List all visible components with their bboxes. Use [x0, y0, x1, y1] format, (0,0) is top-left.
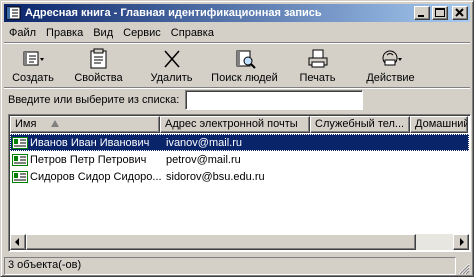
menu-separator	[4, 42, 470, 44]
print-button-label: Печать	[299, 72, 336, 84]
close-button[interactable]	[452, 6, 468, 20]
search-input[interactable]	[185, 90, 364, 110]
scroll-thumb[interactable]	[26, 234, 416, 250]
table-row[interactable]: Иванов Иван Иванович ivanov@mail.ru	[10, 134, 469, 151]
find-people-button-label: Поиск людей	[211, 72, 278, 84]
column-header-work-phone[interactable]: Служебный тел...	[310, 116, 410, 133]
resize-grip-icon[interactable]	[458, 263, 470, 275]
contact-name: Сидоров Сидор Сидоро...	[30, 170, 162, 183]
menu-tools[interactable]: Сервис	[118, 27, 166, 39]
window-title: Адресная книга - Главная идентификационн…	[25, 7, 322, 19]
properties-button-label: Свойства	[74, 72, 123, 84]
delete-icon	[160, 48, 184, 70]
horizontal-scrollbar[interactable]	[10, 234, 469, 250]
arrow-left-icon	[15, 238, 19, 246]
scroll-left-button[interactable]	[10, 234, 26, 250]
new-button-label: Создать	[12, 72, 54, 84]
properties-icon	[87, 48, 111, 70]
title-bar[interactable]: Адресная книга - Главная идентификационн…	[4, 4, 470, 22]
minimize-button[interactable]	[414, 6, 430, 20]
contact-email: petrov@mail.ru	[166, 153, 241, 166]
contact-name: Иванов Иван Иванович	[30, 136, 150, 149]
table-row[interactable]: Сидоров Сидор Сидоро... sidorov@bsu.edu.…	[10, 168, 469, 185]
search-row: Введите или выберите из списка:	[4, 89, 470, 111]
print-button[interactable]: Печать	[281, 45, 354, 87]
maximize-icon	[435, 8, 445, 17]
menu-edit[interactable]: Правка	[41, 27, 88, 39]
column-header-work-phone-label: Служебный тел...	[315, 118, 405, 130]
sort-ascending-icon	[51, 120, 59, 127]
status-text: 3 объекта(-ов)	[4, 257, 456, 275]
contact-name-cell: Иванов Иван Иванович	[10, 136, 162, 149]
menu-view[interactable]: Вид	[88, 27, 118, 39]
column-header-home-phone[interactable]: Домашний	[410, 116, 468, 133]
action-icon	[379, 48, 403, 70]
toolbar: Создать Свойства Удалить Поиск людей Печ…	[4, 45, 470, 87]
contact-name: Петров Петр Петрович	[30, 153, 147, 166]
column-headers: Имя Адрес электронной почты Служебный те…	[10, 116, 468, 133]
contact-card-icon	[12, 136, 28, 149]
column-header-name-label: Имя	[15, 118, 37, 130]
status-bar: 3 объекта(-ов)	[4, 257, 470, 275]
contact-email: sidorov@bsu.edu.ru	[166, 170, 265, 183]
column-header-home-phone-label: Домашний	[415, 118, 468, 130]
minimize-icon	[418, 15, 424, 17]
contacts-list[interactable]: Имя Адрес электронной почты Служебный те…	[8, 114, 471, 252]
find-people-button[interactable]: Поиск людей	[208, 45, 281, 87]
maximize-button[interactable]	[432, 6, 448, 20]
print-icon	[306, 48, 330, 70]
column-header-name[interactable]: Имя	[10, 116, 160, 133]
arrow-right-icon	[460, 238, 464, 246]
column-header-email-label: Адрес электронной почты	[165, 118, 298, 130]
contact-name-cell: Петров Петр Петрович	[10, 153, 162, 166]
action-button[interactable]: Действие	[354, 45, 427, 87]
contact-email: ivanov@mail.ru	[166, 136, 242, 149]
search-label: Введите или выберите из списка:	[8, 94, 180, 106]
new-button[interactable]: Создать	[4, 45, 62, 87]
column-header-email[interactable]: Адрес электронной почты	[160, 116, 310, 133]
address-book-window: Адресная книга - Главная идентификационн…	[0, 0, 474, 277]
contact-card-icon	[12, 170, 28, 183]
contact-card-icon	[12, 153, 28, 166]
find-people-icon	[233, 48, 257, 70]
contact-name-cell: Сидоров Сидор Сидоро...	[10, 170, 162, 183]
delete-button[interactable]: Удалить	[135, 45, 208, 87]
properties-button[interactable]: Свойства	[62, 45, 135, 87]
new-contact-icon	[21, 48, 45, 70]
contact-rows: Иванов Иван Иванович ivanov@mail.ru Петр…	[10, 134, 469, 185]
table-row[interactable]: Петров Петр Петрович petrov@mail.ru	[10, 151, 469, 168]
scroll-right-button[interactable]	[453, 234, 469, 250]
delete-button-label: Удалить	[150, 72, 193, 84]
action-button-label: Действие	[366, 72, 415, 84]
menu-bar: Файл Правка Вид Сервис Справка	[4, 23, 470, 42]
address-book-icon	[6, 6, 22, 20]
menu-file[interactable]: Файл	[4, 27, 41, 39]
menu-help[interactable]: Справка	[166, 27, 219, 39]
close-icon	[455, 8, 464, 17]
